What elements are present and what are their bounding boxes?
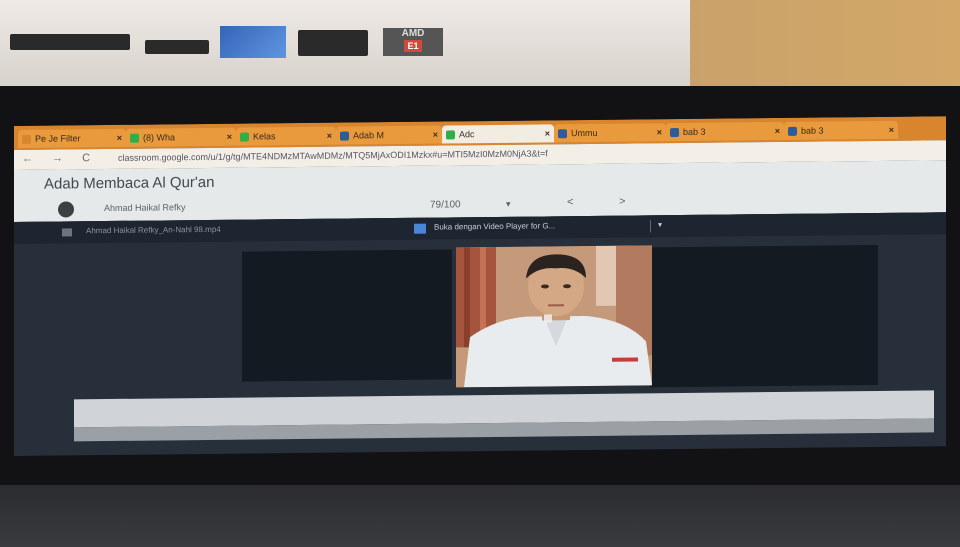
student-name[interactable]: Ahmad Haikal Refky bbox=[104, 202, 186, 213]
close-icon[interactable]: × bbox=[227, 128, 232, 146]
video-player[interactable] bbox=[456, 245, 652, 388]
browser-tab[interactable]: bab 3 × bbox=[784, 120, 898, 140]
amd-sticker-label: AMD bbox=[401, 28, 425, 39]
close-icon[interactable]: × bbox=[657, 123, 662, 141]
tab-label: bab 3 bbox=[801, 125, 824, 136]
browser-tab[interactable]: Ummu × bbox=[554, 123, 666, 143]
file-viewer: Ahmad Haikal Refky_An-Nahl 98.mp4 Buka d… bbox=[14, 212, 946, 456]
open-with-label: Buka dengan Video Player for G... bbox=[434, 221, 556, 232]
browser-tab[interactable]: Adc × bbox=[442, 124, 554, 144]
video-letterbox-right bbox=[650, 244, 878, 388]
prev-student-button[interactable]: < bbox=[567, 196, 573, 208]
tab-favicon-icon bbox=[340, 131, 349, 141]
laptop-lid: AMD E1 bbox=[0, 0, 690, 86]
tab-favicon-icon bbox=[446, 130, 455, 140]
file-name: Ahmad Haikal Refky_An-Nahl 98.mp4 bbox=[86, 224, 221, 236]
close-icon[interactable]: × bbox=[433, 126, 438, 144]
nav-buttons[interactable]: ← → C bbox=[22, 152, 98, 165]
student-video-frame bbox=[456, 245, 652, 388]
tab-favicon-icon bbox=[240, 132, 249, 142]
page-title: Adab Membaca Al Qur'an bbox=[44, 173, 215, 193]
tab-label: Adc bbox=[459, 129, 475, 140]
chevron-down-icon[interactable]: ▾ bbox=[506, 199, 511, 210]
tab-label: (8) Wha bbox=[143, 132, 176, 143]
open-with-button[interactable]: Buka dengan Video Player for G... ▾ bbox=[414, 218, 664, 237]
app-icon bbox=[414, 223, 426, 234]
avatar bbox=[58, 201, 74, 218]
energy-star-sticker bbox=[220, 26, 286, 58]
tab-label: Kelas bbox=[253, 131, 276, 142]
browser-tab[interactable]: bab 3 × bbox=[666, 121, 784, 142]
tab-favicon-icon bbox=[670, 128, 679, 138]
laptop-keyboard-deck bbox=[0, 485, 960, 547]
laptop-sticker bbox=[145, 40, 209, 54]
browser-tab[interactable]: (8) Wha × bbox=[126, 127, 236, 147]
grade-field[interactable]: 79/100 bbox=[430, 199, 461, 210]
browser-tab[interactable]: Kelas × bbox=[236, 126, 336, 146]
next-student-button[interactable]: > bbox=[619, 196, 625, 208]
amd-sticker: AMD E1 bbox=[383, 28, 443, 56]
tab-favicon-icon bbox=[130, 133, 139, 143]
amd-sticker-sub: E1 bbox=[404, 40, 422, 52]
tab-label: Pe Je Filter bbox=[35, 133, 81, 144]
close-icon[interactable]: × bbox=[327, 127, 332, 145]
close-icon[interactable]: × bbox=[889, 121, 894, 139]
laptop-screen: Pe Je Filter × (8) Wha × Kelas × Adab M × Adc × Um… bbox=[14, 116, 946, 457]
laptop-sticker bbox=[298, 30, 368, 56]
tab-label: Ummu bbox=[571, 127, 598, 139]
video-letterbox-left bbox=[242, 249, 452, 382]
close-icon[interactable]: × bbox=[545, 124, 550, 142]
close-icon[interactable]: × bbox=[117, 129, 122, 147]
tab-favicon-icon bbox=[788, 126, 797, 137]
tab-favicon-icon bbox=[558, 129, 567, 139]
browser-tab[interactable]: Pe Je Filter × bbox=[18, 128, 126, 148]
chevron-down-icon[interactable]: ▾ bbox=[658, 220, 662, 229]
tab-label: Adab M bbox=[353, 130, 385, 141]
url-field[interactable]: classroom.google.com/u/1/g/tg/MTE4NDMzMT… bbox=[118, 145, 918, 163]
browser-tab[interactable]: Adab M × bbox=[336, 125, 442, 145]
close-icon[interactable]: × bbox=[775, 122, 780, 140]
divider bbox=[650, 220, 651, 233]
laptop-sticker bbox=[10, 34, 130, 50]
video-file-icon bbox=[62, 228, 72, 237]
tab-label: bab 3 bbox=[683, 126, 706, 137]
tab-favicon-icon bbox=[22, 134, 31, 145]
